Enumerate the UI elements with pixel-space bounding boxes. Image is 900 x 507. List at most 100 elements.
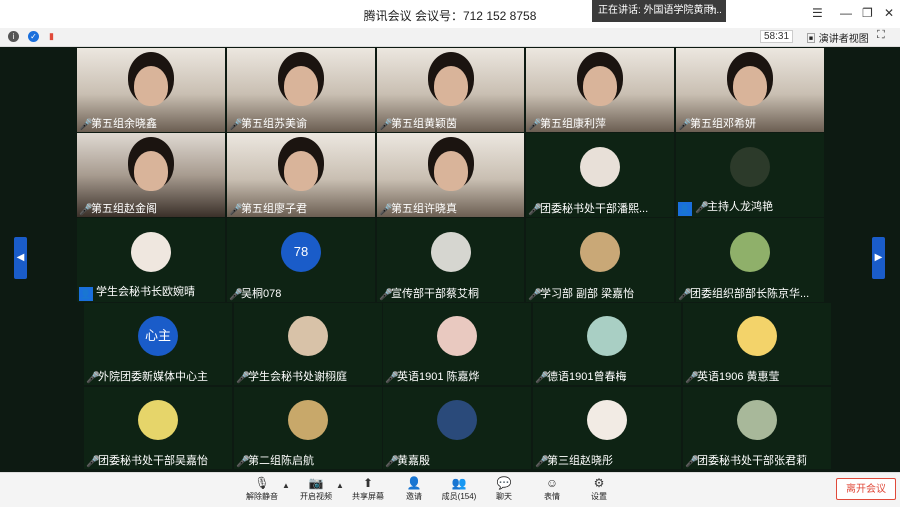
participant-name: 👤 学生会秘书长欧婉晴	[79, 286, 195, 301]
participant-name: 🎤第五组赵金阁	[79, 203, 157, 216]
mic-muted-icon: 🎤	[528, 204, 542, 216]
mic-muted-icon: 🎙	[254, 476, 270, 490]
mic-muted-icon: 🎤	[79, 204, 93, 216]
mic-muted-icon: 🎤	[86, 372, 100, 384]
participant-tile[interactable]: 🎤第二组陈启航	[234, 387, 382, 469]
invite-icon: 👤	[406, 476, 422, 490]
shield-icon[interactable]: ✓	[28, 31, 39, 42]
info-bar: i ✓ ▮ 58:31 ▣ 演讲者视图 ⛶	[0, 28, 900, 47]
avatar	[737, 316, 777, 356]
video-options-chevron-icon[interactable]: ▲	[336, 481, 344, 490]
participant-tile[interactable]: 🎤第三组赵晓彤	[533, 387, 681, 469]
participant-name: 🎤团委秘书处干部张君莉	[685, 455, 807, 468]
participant-tile[interactable]: 👤 🎤主持人龙鸿艳	[676, 133, 824, 217]
unmute-button[interactable]: 🎙 解除静音	[240, 475, 284, 502]
participant-name: 🎤团委秘书处干部吴嘉怡	[86, 455, 208, 468]
start-video-button[interactable]: 📷 开启视频	[294, 475, 338, 502]
participant-tile[interactable]: 🎤英语1901 陈嘉烨	[383, 303, 531, 385]
mic-muted-icon: 🎤	[236, 456, 250, 468]
info-icon[interactable]: i	[8, 31, 19, 42]
unmute-label: 解除静音	[246, 492, 278, 501]
participant-tile[interactable]: 🎤团委秘书处干部张君莉	[683, 387, 831, 469]
participant-tile[interactable]: 👤 学生会秘书长欧婉晴	[77, 218, 225, 302]
settings-button[interactable]: ⚙ 设置	[577, 475, 621, 502]
speaking-indicator[interactable]: 正在讲话: 外国语学院黄雨... ↰	[592, 0, 726, 22]
avatar: 78	[281, 232, 321, 272]
signal-icon[interactable]: ▮	[46, 31, 57, 42]
chat-button[interactable]: 💬 聊天	[482, 475, 526, 502]
participant-name: 🎤团委秘书处干部潘熙...	[528, 203, 649, 216]
avatar	[580, 147, 620, 187]
mic-muted-icon: 🎤	[678, 289, 692, 301]
avatar	[131, 232, 171, 272]
reactions-label: 表情	[544, 492, 560, 501]
settings-label: 设置	[591, 492, 607, 501]
participant-tile[interactable]: 🎤第五组康利萍	[526, 48, 674, 132]
participant-name: 🎤黄嘉殷	[385, 455, 430, 468]
prev-page-arrow[interactable]: ◀	[14, 237, 27, 279]
participant-tile[interactable]: 🎤德语1901曾春梅	[533, 303, 681, 385]
members-button[interactable]: 👥 成员(154)	[437, 475, 481, 502]
avatar	[288, 316, 328, 356]
participant-tile[interactable]: 🎤黄嘉殷	[383, 387, 531, 469]
share-screen-button[interactable]: ⬆ 共享屏幕	[346, 475, 390, 502]
fullscreen-icon[interactable]: ⛶	[877, 29, 885, 42]
participant-tile[interactable]: 🎤英语1906 黄惠莹	[683, 303, 831, 385]
participant-tile[interactable]: 🎤第五组黄颖茵	[377, 48, 524, 132]
audio-options-chevron-icon[interactable]: ▲	[282, 481, 290, 490]
minimize-icon[interactable]: —	[840, 6, 852, 20]
participant-tile[interactable]: 🎤第五组苏美谕	[227, 48, 375, 132]
participant-tile[interactable]: 🎤第五组赵金阁	[77, 133, 225, 217]
collapse-arrow-icon[interactable]: ↰	[709, 0, 718, 22]
participant-tile[interactable]: 🎤学习部 副部 梁嘉怡	[526, 218, 674, 302]
reactions-button[interactable]: ☺ 表情	[530, 475, 574, 502]
meeting-toolbar: 🎙 解除静音 ▲ 📷 开启视频 ▲ ⬆ 共享屏幕 👤 邀请 👥 成员(154) …	[0, 472, 900, 507]
participant-tile[interactable]: 🎤团委秘书处干部吴嘉怡	[84, 387, 232, 469]
share-screen-label: 共享屏幕	[352, 492, 384, 501]
participant-tile[interactable]: 🎤宣传部干部蔡艾桐	[377, 218, 524, 302]
participant-name: 🎤宣传部干部蔡艾桐	[379, 288, 479, 301]
participant-name: 🎤学生会秘书处谢栩庭	[236, 371, 347, 384]
avatar	[587, 316, 627, 356]
leave-meeting-button[interactable]: 离开会议	[836, 478, 896, 500]
speaking-text: 正在讲话: 外国语学院黄雨...	[598, 5, 722, 16]
participant-tile[interactable]: 🎤团委组织部部长陈京华...	[676, 218, 824, 302]
participant-name: 👤 🎤主持人龙鸿艳	[678, 201, 773, 216]
participant-name: 🎤第五组康利萍	[528, 118, 606, 131]
mic-muted-icon: 🎤	[86, 456, 100, 468]
avatar	[730, 147, 770, 187]
share-screen-icon: ⬆	[362, 476, 374, 490]
participant-tile[interactable]: 78 🎤吴桐078	[227, 218, 375, 302]
mic-muted-icon: 🎤	[678, 119, 692, 131]
speaker-view-label: 演讲者视图	[818, 34, 869, 45]
close-icon[interactable]: ✕	[884, 6, 894, 20]
invite-label: 邀请	[406, 492, 422, 501]
menu-icon[interactable]: ☰	[812, 6, 823, 20]
smile-icon: ☺	[545, 476, 559, 490]
speaker-view-button[interactable]: ▣ 演讲者视图	[806, 30, 869, 45]
participant-name: 🎤第五组余晓鑫	[79, 118, 157, 131]
avatar: 心主	[138, 316, 178, 356]
participant-name: 🎤第五组黄颖茵	[379, 118, 457, 131]
mic-muted-icon: 🎤	[535, 372, 549, 384]
restore-icon[interactable]: ❐	[862, 6, 873, 20]
invite-button[interactable]: 👤 邀请	[392, 475, 436, 502]
mic-muted-icon: 🎤	[79, 119, 93, 131]
avatar	[730, 232, 770, 272]
avatar	[430, 232, 471, 272]
participant-tile[interactable]: 🎤第五组廖子君	[227, 133, 375, 217]
chat-label: 聊天	[496, 492, 512, 501]
avatar	[437, 400, 477, 440]
participant-tile[interactable]: 🎤第五组邓希妍	[676, 48, 824, 132]
participant-tile[interactable]: 🎤团委秘书处干部潘熙...	[526, 133, 674, 217]
participant-name: 🎤外院团委新媒体中心主	[86, 371, 208, 384]
mic-icon: 🎤	[379, 119, 393, 131]
participant-tile[interactable]: 🎤第五组许晓真	[377, 133, 524, 217]
participant-name: 🎤吴桐078	[229, 288, 282, 301]
mic-muted-icon: 🎤	[236, 372, 250, 384]
participant-tile[interactable]: 🎤学生会秘书处谢栩庭	[234, 303, 382, 385]
next-page-arrow[interactable]: ▶	[872, 237, 885, 279]
participant-tile[interactable]: 心主 🎤外院团委新媒体中心主	[84, 303, 232, 385]
participant-tile[interactable]: 🎤第五组余晓鑫	[77, 48, 225, 132]
avatar	[288, 400, 328, 440]
